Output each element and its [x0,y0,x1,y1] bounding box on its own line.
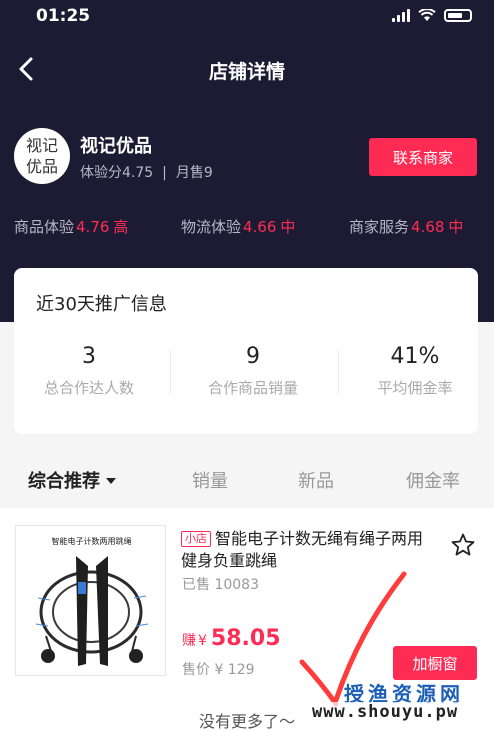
battery-icon [444,9,472,22]
stat-label: 总合作达人数 [43,379,134,397]
jump-rope-icon [35,556,149,666]
caret-down-icon [106,477,116,484]
sort-tab-new[interactable]: 新品 [298,467,334,493]
shop-name: 视记优品 [80,136,152,157]
product-image[interactable]: 智能电子计数两用跳绳 [15,525,166,676]
status-bar: 01:25 [0,0,494,34]
status-time: 01:25 [36,6,91,26]
stat-value: 9 [246,344,260,369]
meta-divider: | [162,165,167,181]
avatar-text-line1: 视记 [25,136,58,155]
score-service: 商家服务 4.68 中 [349,216,463,237]
signal-icon [392,9,410,22]
stat-partners: 3 总合作达人数 [14,344,164,398]
star-icon[interactable] [450,532,476,558]
shop-meta: 体验分4.75 | 月售9 [80,162,213,182]
score-product: 商品体验 4.76 高 [14,216,128,237]
sort-tab-commission[interactable]: 佣金率 [406,467,460,493]
stat-divider [338,350,339,394]
score-level: 中 [280,218,296,236]
sort-tab-recommended[interactable]: 综合推荐 [28,467,116,493]
shop-scores: 商品体验 4.76 高 物流体验 4.66 中 商家服务 4.68 中 [0,216,494,238]
wifi-icon [418,9,436,21]
product-price: 售价 ¥ 129 [182,662,255,678]
sold-count: 已售 10083 [182,577,259,593]
avatar-text-line2: 优品 [25,157,58,176]
promotion-card: 近30天推广信息 3 总合作达人数 9 合作商品销量 41% 平均佣金率 [14,268,478,434]
stat-value: 3 [82,344,96,369]
experience-score: 体验分4.75 [80,165,154,181]
stat-divider [170,350,171,394]
earn-amount: 赚 ¥58.05 [182,626,281,651]
sort-tab-label: 综合推荐 [28,471,100,492]
monthly-sales: 月售9 [175,165,213,181]
shop-avatar: 视记 优品 [14,128,70,184]
stat-label: 合作商品销量 [207,379,298,397]
score-logistics: 物流体验 4.66 中 [181,216,295,237]
stat-value: 41% [390,344,440,369]
earn-currency: ¥ [198,633,207,649]
sort-tab-sales[interactable]: 销量 [192,467,228,493]
store-tag: 小店 [181,531,211,547]
stat-label: 平均佣金率 [377,379,453,397]
add-to-showcase-button[interactable]: 加橱窗 [393,646,477,680]
page-title: 店铺详情 [208,61,285,83]
status-icons [392,9,472,22]
score-level: 中 [448,218,464,236]
score-value: 4.76 [76,218,110,236]
stat-commission: 41% 平均佣金率 [340,344,490,398]
score-value: 4.68 [411,218,445,236]
watermark-url: www.shouyu.pw [312,702,459,722]
earn-label: 赚 [182,633,196,649]
product-title-text: 智能电子计数无绳有绳子两用健身负重跳绳 [181,529,424,570]
contact-seller-button[interactable]: 联系商家 [369,138,477,176]
product-title[interactable]: 小店 智能电子计数无绳有绳子两用健身负重跳绳 [181,528,431,572]
score-label: 商家服务 [349,218,410,236]
earn-value: 58.05 [210,626,281,651]
stat-sales: 9 合作商品销量 [178,344,328,398]
score-label: 商品体验 [14,218,75,236]
score-value: 4.66 [243,218,277,236]
sort-bar: 综合推荐 销量 新品 佣金率 [0,453,494,505]
score-level: 高 [113,218,129,236]
score-label: 物流体验 [181,218,242,236]
promotion-title: 近30天推广信息 [36,294,167,315]
